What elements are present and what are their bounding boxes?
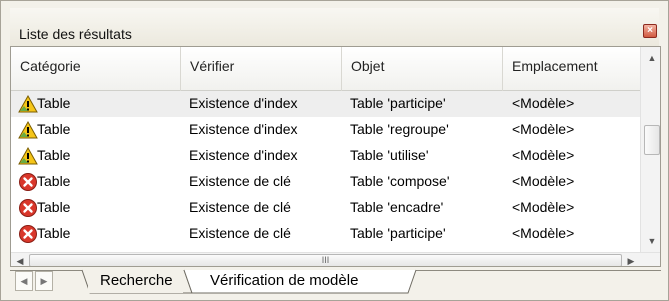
warning-icon xyxy=(18,94,38,113)
warning-icon xyxy=(18,120,38,139)
cell-emplacement: <Modèle> xyxy=(512,225,575,241)
results-panel: Liste des résultats × Catégorie Vérifier… xyxy=(0,0,669,301)
error-icon xyxy=(19,173,37,191)
cell-categorie: Table xyxy=(37,147,71,163)
horizontal-scrollbar[interactable]: ◀ III ▶ xyxy=(11,252,660,266)
scroll-down-icon[interactable]: ▼ xyxy=(641,232,660,250)
table-row[interactable]: Table Existence d'index Table 'utilise' <Mo… xyxy=(11,143,640,169)
panel-titlebar: Liste des résultats × xyxy=(10,8,659,46)
cell-verifier: Existence de clé xyxy=(189,199,291,215)
column-header-emplacement[interactable]: Emplacement xyxy=(503,47,640,91)
vertical-scrollbar[interactable]: ▲ ▼ xyxy=(640,47,660,252)
vertical-scroll-thumb[interactable] xyxy=(644,125,660,155)
cell-emplacement: <Modèle> xyxy=(512,173,575,189)
error-icon xyxy=(19,199,37,217)
table-row[interactable]: Table Existence d'index Table 'regroupe' <M… xyxy=(11,117,640,143)
cell-verifier: Existence d'index xyxy=(189,95,298,111)
table-row[interactable]: Table Existence de clé Table 'compose' <Mod… xyxy=(11,169,640,195)
cell-objet: Table 'encadre' xyxy=(350,199,444,215)
warning-icon xyxy=(18,146,38,165)
scroll-right-icon[interactable]: ▶ xyxy=(622,253,640,266)
column-header-verifier[interactable]: Vérifier xyxy=(181,47,342,91)
tabs-bar: ◀ ▶ Recherche Vérification de modèle xyxy=(10,269,661,294)
horizontal-scroll-thumb[interactable]: III xyxy=(29,254,622,266)
close-button[interactable]: × xyxy=(643,24,657,38)
table-row[interactable]: Table Existence de clé Table 'participe' <M… xyxy=(11,221,640,247)
close-icon: × xyxy=(647,25,653,36)
cell-emplacement: <Modèle> xyxy=(512,147,575,163)
cell-categorie: Table xyxy=(37,121,71,137)
cell-objet: Table 'participe' xyxy=(350,95,446,111)
results-grid: Catégorie Vérifier Objet Emplacement Tab… xyxy=(10,46,661,267)
cell-categorie: Table xyxy=(37,199,71,215)
cell-verifier: Existence d'index xyxy=(189,121,298,137)
column-header-objet[interactable]: Objet xyxy=(342,47,503,91)
column-header-categorie[interactable]: Catégorie xyxy=(11,47,181,91)
table-row[interactable]: Table Existence d'index Table 'participe' <… xyxy=(11,91,640,117)
cell-categorie: Table xyxy=(37,173,71,189)
cell-verifier: Existence de clé xyxy=(189,173,291,189)
tab-verification-de-modele[interactable]: Vérification de modèle xyxy=(198,269,368,293)
cell-categorie: Table xyxy=(37,95,71,111)
cell-emplacement: <Modèle> xyxy=(512,95,575,111)
tab-recherche[interactable]: Recherche xyxy=(88,269,183,293)
cell-categorie: Table xyxy=(37,225,71,241)
grip-icon: III xyxy=(321,255,330,265)
error-icon xyxy=(19,225,37,243)
cell-emplacement: <Modèle> xyxy=(512,199,575,215)
cell-objet: Table 'utilise' xyxy=(350,147,429,163)
cell-emplacement: <Modèle> xyxy=(512,121,575,137)
panel-title: Liste des résultats xyxy=(19,26,132,42)
cell-objet: Table 'compose' xyxy=(350,173,450,189)
cell-objet: Table 'regroupe' xyxy=(350,121,449,137)
scroll-up-icon[interactable]: ▲ xyxy=(641,49,660,67)
table-row[interactable]: Table Existence de clé Table 'encadre' <Mod… xyxy=(11,195,640,221)
grid-header: Catégorie Vérifier Objet Emplacement xyxy=(11,47,640,91)
cell-verifier: Existence d'index xyxy=(189,147,298,163)
cell-verifier: Existence de clé xyxy=(189,225,291,241)
scroll-left-icon[interactable]: ◀ xyxy=(11,253,29,266)
cell-objet: Table 'participe' xyxy=(350,225,446,241)
